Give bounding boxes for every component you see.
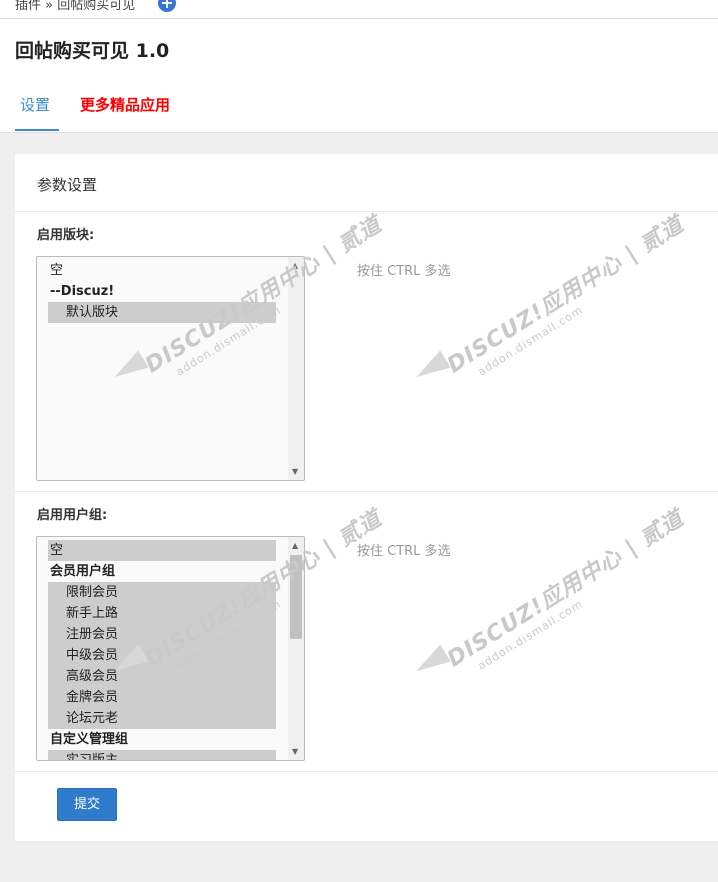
groups-options: 空会员用户组限制会员 新手上路 注册会员 中级会员 高级会员 金牌会员 论坛元老自定义管理组… (37, 540, 288, 760)
divider (15, 771, 718, 772)
forums-hint: 按住 CTRL 多选 (357, 264, 451, 279)
forums-multiselect[interactable]: 空 --Discuz! 默认版块 ▲ ▼ (36, 256, 305, 481)
select-option[interactable]: 空 (37, 260, 288, 281)
select-option[interactable]: 中级会员 (48, 645, 276, 666)
breadcrumb[interactable]: 插件 » 回帖购买可见 (15, 0, 135, 13)
tab-more-apps[interactable]: 更多精品应用 (80, 94, 170, 115)
select-option[interactable]: 限制会员 (48, 582, 276, 603)
select-option[interactable]: 注册会员 (48, 624, 276, 645)
groups-hint: 按住 CTRL 多选 (357, 544, 451, 559)
panel-title: 参数设置 (37, 176, 98, 194)
top-bar: 插件 » 回帖购买可见 + (0, 0, 718, 19)
groups-scrollbar[interactable]: ▲ ▼ (288, 537, 304, 760)
scroll-up-icon[interactable]: ▲ (292, 541, 298, 550)
active-tab-indicator (15, 129, 59, 131)
scroll-up-icon[interactable]: ▲ (292, 261, 298, 270)
forums-scrollbar[interactable]: ▲ ▼ (288, 257, 304, 480)
select-option[interactable]: 默认版块 (48, 302, 276, 323)
divider (15, 211, 718, 212)
scroll-down-icon[interactable]: ▼ (292, 747, 298, 756)
select-option[interactable]: 实习版主 (48, 750, 276, 760)
select-option[interactable]: 空 (48, 540, 276, 561)
add-icon[interactable]: + (158, 0, 176, 12)
submit-button[interactable]: 提交 (57, 788, 117, 821)
settings-panel: 参数设置 启用版块: 空 --Discuz! 默认版块 ▲ ▼ 按住 CTRL 多选… (15, 154, 718, 841)
tab-settings[interactable]: 设置 (20, 94, 50, 115)
option-group: 会员用户组 (50, 564, 116, 579)
forums-label: 启用版块: (37, 228, 95, 243)
page-title: 回帖购买可见 1.0 (15, 40, 170, 62)
divider (15, 491, 718, 492)
option-group: 自定义管理组 (50, 732, 129, 747)
groups-multiselect[interactable]: 空会员用户组限制会员 新手上路 注册会员 中级会员 高级会员 金牌会员 论坛元老自定义管理组… (36, 536, 305, 761)
select-option[interactable]: 金牌会员 (48, 687, 276, 708)
forums-options: 空 --Discuz! 默认版块 (37, 260, 288, 323)
scroll-thumb[interactable] (290, 555, 302, 639)
select-option[interactable]: 论坛元老 (48, 708, 276, 729)
scroll-down-icon[interactable]: ▼ (292, 467, 298, 476)
groups-label: 启用用户组: (37, 508, 108, 523)
page-header: 回帖购买可见 1.0 设置 更多精品应用 (0, 19, 718, 133)
select-option[interactable]: 高级会员 (48, 666, 276, 687)
option-group: --Discuz! (50, 284, 115, 299)
select-option[interactable]: 新手上路 (48, 603, 276, 624)
